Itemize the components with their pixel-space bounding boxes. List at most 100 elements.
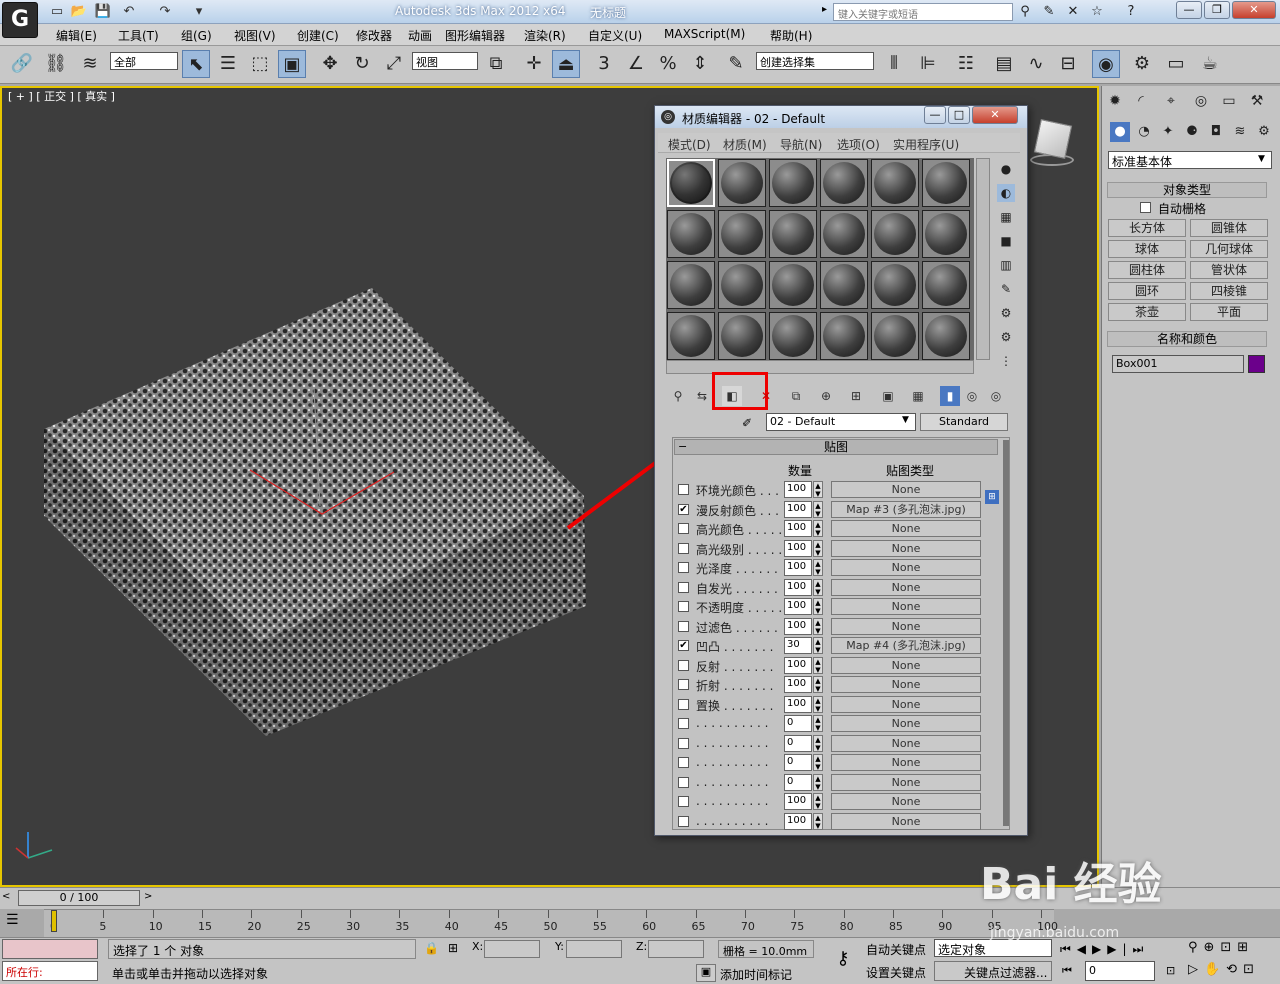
snaps-toggle-icon[interactable]: 3 <box>590 50 618 78</box>
map-enable-checkbox[interactable]: ✔ <box>678 640 689 651</box>
box-button[interactable]: 长方体 <box>1108 219 1186 237</box>
sample-slot[interactable] <box>871 159 919 207</box>
map-type-button[interactable]: None <box>831 520 981 537</box>
map-enable-checkbox[interactable] <box>678 679 689 690</box>
window-crossing-icon[interactable]: ▣ <box>278 50 306 78</box>
amount-spinner-icon[interactable]: ▲ ▼ <box>813 559 823 576</box>
geosphere-button[interactable]: 几何球体 <box>1190 240 1268 258</box>
select-object-icon[interactable]: ⬉ <box>182 50 210 78</box>
menu-create[interactable]: 创建(C) <box>297 27 339 44</box>
object-type-header[interactable]: 对象类型 <box>1107 182 1267 198</box>
map-type-button[interactable]: None <box>831 793 981 810</box>
script-running-line[interactable]: 所在行: <box>2 961 98 981</box>
sample-uv-tiling-icon[interactable]: ■ <box>997 232 1015 250</box>
current-frame-field[interactable]: 0 <box>1085 961 1155 981</box>
map-amount-field[interactable]: 100 <box>784 520 812 537</box>
minimize-button[interactable]: — <box>1176 1 1202 19</box>
map-type-button[interactable]: Map #3 (多孔泡沫.jpg) <box>831 500 981 518</box>
time-config-icon[interactable]: ⊡ <box>1166 964 1175 977</box>
modify-tab-icon[interactable]: ◜ <box>1130 90 1152 112</box>
viewcube-icon[interactable] <box>1030 118 1076 178</box>
map-amount-field[interactable]: 100 <box>784 539 812 557</box>
material-map-navigator-icon[interactable]: ⋮ <box>997 352 1015 370</box>
slider-left-icon[interactable]: < <box>2 891 10 902</box>
go-to-parent-icon[interactable]: ◎ <box>962 386 982 406</box>
search-expand-icon[interactable]: ▸ <box>822 4 827 15</box>
sample-slot[interactable] <box>718 312 766 360</box>
map-type-button[interactable]: None <box>831 676 981 693</box>
map-amount-field[interactable]: 100 <box>784 812 812 830</box>
render-production-icon[interactable]: ☕ <box>1196 50 1224 78</box>
map-amount-field[interactable]: 0 <box>784 734 812 752</box>
map-amount-field[interactable]: 100 <box>784 793 812 810</box>
amount-spinner-icon[interactable]: ▲ ▼ <box>813 637 823 654</box>
helpers-icon[interactable]: ◘ <box>1206 122 1226 142</box>
sample-slot[interactable] <box>820 312 868 360</box>
motion-tab-icon[interactable]: ◎ <box>1190 90 1212 112</box>
material-name-field[interactable]: 02 - Default <box>766 413 916 431</box>
named-selection-dropdown[interactable]: 创建选择集 <box>756 52 874 70</box>
z-coordinate-field[interactable] <box>648 940 704 958</box>
x-coordinate-field[interactable] <box>484 940 540 958</box>
go-forward-to-sibling-icon[interactable]: ◎ <box>986 386 1006 406</box>
menu-views[interactable]: 视图(V) <box>234 27 276 44</box>
sample-slot[interactable] <box>922 210 970 258</box>
map-enable-checkbox[interactable] <box>678 815 689 827</box>
mat-menu-material[interactable]: 材质(M) <box>723 136 767 153</box>
sample-slot[interactable] <box>769 312 817 360</box>
map-type-button[interactable]: None <box>831 812 981 830</box>
edit-named-selection-icon[interactable]: ✎ <box>722 50 750 78</box>
amount-spinner-icon[interactable]: ▲ ▼ <box>813 481 823 498</box>
percent-snap-icon[interactable]: % <box>654 50 682 78</box>
autogrid-checkbox[interactable] <box>1140 202 1151 213</box>
put-to-scene-icon[interactable]: ⇆ <box>692 386 712 406</box>
amount-spinner-icon[interactable]: ▲ ▼ <box>813 656 823 674</box>
mat-menu-modes[interactable]: 模式(D) <box>668 136 711 153</box>
map-amount-field[interactable]: 100 <box>784 500 812 518</box>
map-enable-checkbox[interactable] <box>678 581 689 593</box>
y-coordinate-field[interactable] <box>566 940 622 958</box>
map-amount-field[interactable]: 100 <box>784 481 812 498</box>
map-enable-checkbox[interactable]: ✔ <box>678 503 689 515</box>
make-unique-icon[interactable]: ⊕ <box>816 386 836 406</box>
geometry-icon[interactable]: ● <box>1110 122 1130 142</box>
restore-button[interactable]: ❐ <box>1204 1 1230 19</box>
lights-icon[interactable]: ✦ <box>1158 122 1178 142</box>
show-map-in-viewport-icon[interactable]: ▦ <box>908 386 928 406</box>
sample-slot[interactable] <box>871 312 919 360</box>
key-filters-button[interactable]: 关键点过滤器... <box>934 961 1052 981</box>
key-mode-icon[interactable]: ⏮ <box>1062 964 1072 978</box>
map-amount-field[interactable]: 0 <box>784 773 812 791</box>
amount-spinner-icon[interactable]: ▲ ▼ <box>813 598 823 615</box>
map-type-button[interactable]: None <box>831 539 981 557</box>
binoculars-icon[interactable]: ⚲ <box>1016 3 1034 21</box>
map-amount-field[interactable]: 100 <box>784 598 812 615</box>
reset-map-icon[interactable]: ✕ <box>756 386 776 406</box>
mat-close-button[interactable]: ✕ <box>972 106 1018 124</box>
sample-slot[interactable] <box>820 210 868 258</box>
sample-slot-active[interactable] <box>667 159 715 207</box>
menu-help[interactable]: 帮助(H) <box>770 27 812 44</box>
map-enable-checkbox[interactable] <box>678 523 689 534</box>
sample-slot[interactable] <box>769 210 817 258</box>
sample-type-icon[interactable]: ● <box>997 160 1015 178</box>
tube-button[interactable]: 管状体 <box>1190 261 1268 279</box>
material-editor-icon[interactable]: ◉ <box>1092 50 1120 78</box>
sample-slot[interactable] <box>820 159 868 207</box>
graphite-toolbar-icon[interactable]: ▤ <box>990 50 1018 78</box>
name-color-header[interactable]: 名称和颜色 <box>1107 331 1267 347</box>
map-enable-checkbox[interactable] <box>678 601 689 612</box>
map-type-button[interactable]: None <box>831 773 981 791</box>
slider-right-icon[interactable]: > <box>144 891 152 902</box>
sample-slot[interactable] <box>718 261 766 309</box>
set-key-icon[interactable]: ⚷ <box>828 944 858 974</box>
sample-slot[interactable] <box>667 312 715 360</box>
amount-spinner-icon[interactable]: ▲ ▼ <box>813 754 823 771</box>
open-file-icon[interactable]: 📂 <box>70 3 88 21</box>
map-type-button[interactable]: None <box>831 715 981 732</box>
map-type-button[interactable]: None <box>831 695 981 713</box>
key-selection-dropdown[interactable]: 选定对象 <box>934 939 1052 957</box>
map-enable-checkbox[interactable] <box>678 484 689 495</box>
align-icon[interactable]: ⊫ <box>914 50 942 78</box>
map-enable-checkbox[interactable] <box>678 659 689 671</box>
